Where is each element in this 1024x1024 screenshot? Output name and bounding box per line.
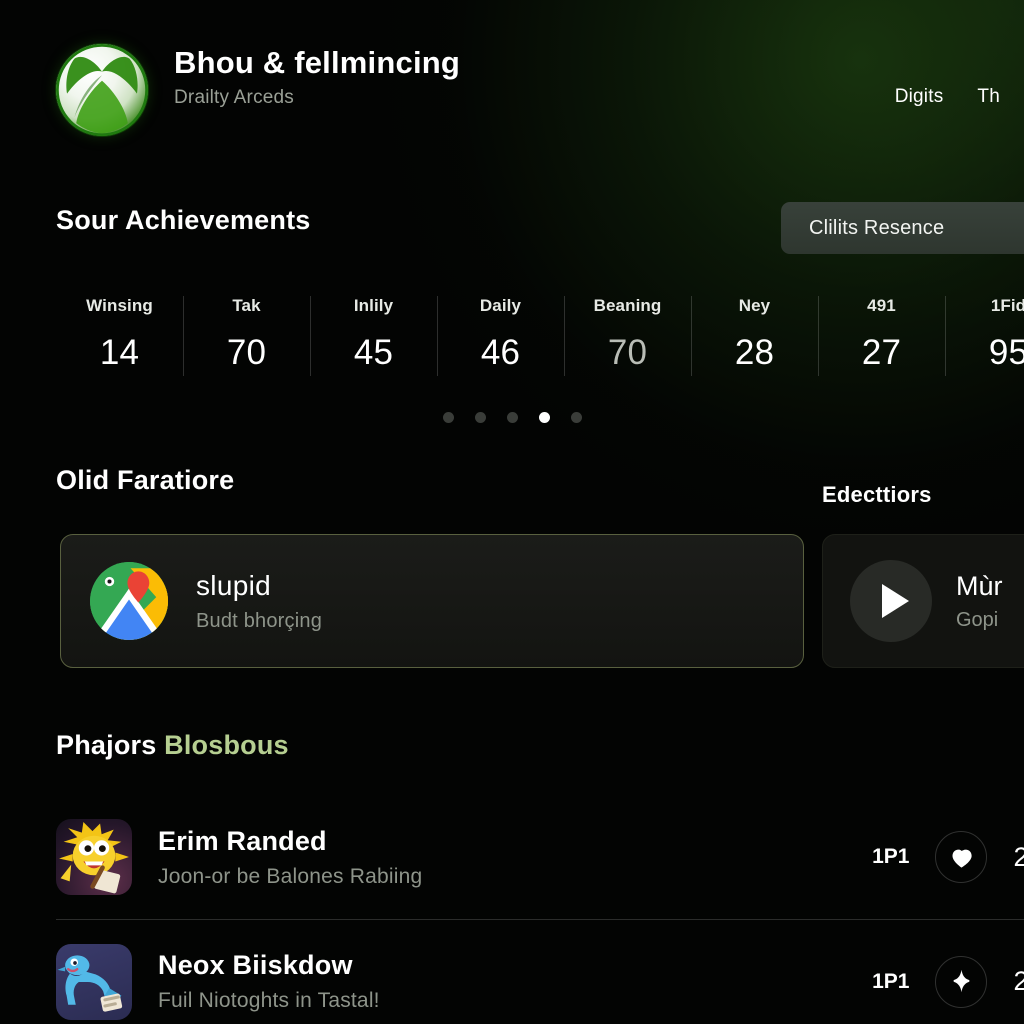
header-nav: Digits Th (895, 40, 1000, 108)
stat-item[interactable]: 1Fid 95 (945, 288, 1024, 378)
google-maps-icon (90, 562, 168, 640)
stat-item[interactable]: Inlily 45 (310, 288, 437, 378)
feature-card-subtitle: Budt bhorçing (196, 609, 323, 632)
list-item-score: 20 0 (1013, 841, 1024, 872)
pagination-dot-active[interactable] (538, 412, 550, 423)
carousel-pagination[interactable] (0, 412, 1024, 423)
stat-value: 95 (988, 333, 1024, 372)
edecttiors-card-subtitle: Gopi (956, 608, 999, 631)
list-item-title: Erim Randed (158, 825, 327, 856)
edecttiors-card-text: Mùr Gopi (956, 571, 1003, 632)
pagination-dot[interactable] (474, 412, 486, 423)
stat-label: Tak (232, 296, 261, 315)
feature-card-title: slupid (196, 569, 271, 601)
page-subtitle: Drailty Arceds (174, 86, 295, 108)
stat-item[interactable]: Ney 28 (691, 288, 818, 378)
dinosaur-character-avatar (56, 943, 132, 1020)
stat-value: 28 (734, 333, 775, 372)
stat-item[interactable]: Beaning 70 (564, 288, 691, 378)
stat-label: Winsing (86, 296, 153, 315)
feature-card[interactable]: slupid Budt bhorçing (60, 534, 804, 668)
stat-label: Ney (738, 296, 771, 315)
stat-value: 70 (226, 333, 267, 372)
feature-header: Olid Faratiore (56, 465, 234, 496)
pagination-dot[interactable] (570, 412, 582, 423)
list-item-score: 20 0 (1013, 966, 1024, 996)
edecttiors-card-title: Mùr (956, 570, 1003, 601)
app-header: Bhou & fellmincing Drailty Arceds Digits… (0, 40, 1024, 150)
list-item-subtitle: Fuil Niotoghts in Tastal! (158, 989, 380, 1012)
clilits-resence-label: Clilits Resence (809, 216, 945, 239)
edecttiors-section-title: Edecttiors (822, 482, 932, 507)
list-item[interactable]: Erim Randed Joon-or be Balones Rabiing 1… (56, 795, 1024, 919)
list-item[interactable]: Neox Biiskdow Fuil Niotoghts in Tastal! … (56, 919, 1024, 1024)
stat-value: 27 (861, 333, 902, 372)
stat-item[interactable]: 491 27 (818, 288, 945, 378)
list-item-subtitle: Joon-or be Balones Rabiing (158, 864, 423, 888)
stat-label: 491 (867, 296, 896, 315)
stat-value: 45 (353, 333, 394, 372)
list-item-meta: 1P1 20 0 (872, 831, 1024, 883)
stat-label: Inlily (353, 296, 394, 315)
stat-label: Daily (479, 296, 522, 315)
heart-icon[interactable] (935, 831, 988, 883)
players-heading-primary: Phajors (56, 730, 157, 760)
pagination-dot[interactable] (506, 412, 518, 423)
list-item-tag: 1P1 (872, 969, 910, 993)
xbox-logo-icon (56, 44, 148, 136)
achievement-stats-strip: Winsing 14 Tak 70 Inlily 45 Daily 46 Bea… (56, 288, 1024, 378)
play-icon[interactable] (850, 560, 932, 642)
stat-label: 1Fid (990, 296, 1024, 315)
header-title-block: Bhou & fellmincing Drailty Arceds (174, 40, 460, 109)
stat-item[interactable]: Tak 70 (183, 288, 310, 378)
app-root: Bhou & fellmincing Drailty Arceds Digits… (0, 0, 1024, 1024)
stat-value: 70 (607, 333, 648, 372)
header-nav-item-digits[interactable]: Digits (895, 86, 944, 108)
list-item-title: Neox Biiskdow (158, 950, 353, 980)
list-item-text: Erim Randed Joon-or be Balones Rabiing (158, 826, 422, 889)
sparkle-icon[interactable] (935, 955, 988, 1008)
list-item-meta: 1P1 20 0 (872, 955, 1024, 1008)
stat-value: 46 (480, 333, 521, 372)
list-item-text: Neox Biiskdow Fuil Niotoghts in Tastal! (158, 950, 380, 1013)
players-list: Erim Randed Joon-or be Balones Rabiing 1… (56, 795, 1024, 1024)
stat-item[interactable]: Daily 46 (437, 288, 564, 378)
stat-value: 14 (99, 333, 140, 372)
mango-character-avatar (56, 819, 132, 895)
players-heading-accent: Blosbous (164, 730, 289, 760)
stat-label: Beaning (593, 296, 662, 315)
stat-item[interactable]: Winsing 14 (56, 288, 183, 378)
clilits-resence-button[interactable]: Clilits Resence (781, 202, 1024, 254)
players-section-title: Phajors Blosbous (56, 730, 289, 761)
pagination-dot[interactable] (442, 412, 454, 423)
list-item-tag: 1P1 (872, 845, 910, 868)
play-triangle-icon (881, 584, 909, 618)
feature-card-text: slupid Budt bhorçing (196, 570, 322, 633)
header-nav-item-th[interactable]: Th (977, 86, 1000, 108)
feature-section-title: Olid Faratiore (56, 465, 235, 495)
edecttiors-card[interactable]: Mùr Gopi (822, 534, 1024, 668)
page-title: Bhou & fellmincing (174, 45, 461, 80)
